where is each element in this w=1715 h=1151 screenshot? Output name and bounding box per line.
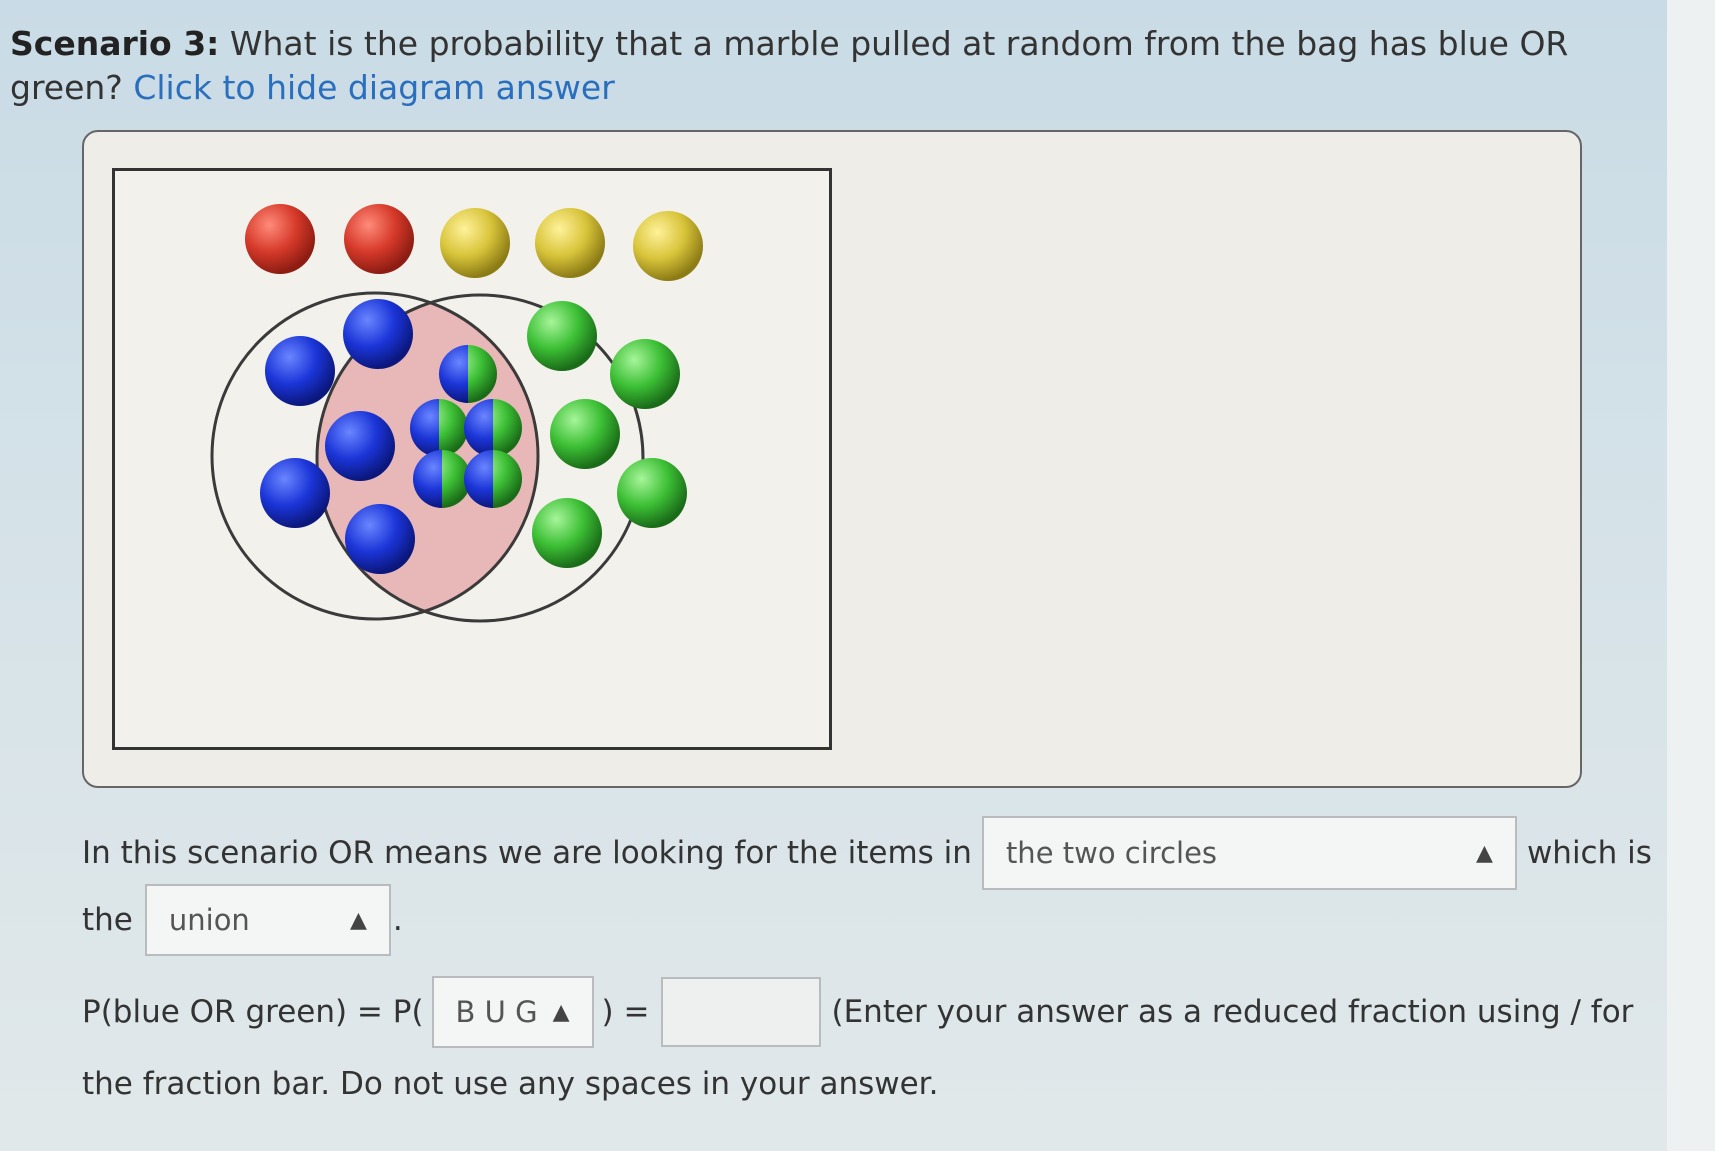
blue-green-marble [439, 345, 497, 403]
select-arrows-icon: ▲︎ [552, 999, 570, 1025]
blue-green-marble [413, 450, 471, 508]
page-right-margin [1667, 0, 1715, 1151]
instruction-line-1: (Enter your answer as a reduced fraction… [831, 994, 1634, 1030]
region-select-value: the two circles [1005, 836, 1218, 870]
formula-middle: ) = [601, 994, 650, 1030]
green-marble [610, 339, 680, 409]
hide-diagram-link[interactable]: Click to hide diagram answer [133, 68, 614, 107]
sentence-2: the union ▲︎ . [82, 884, 403, 956]
blue-marble [343, 299, 413, 369]
sentence-2-suffix: . [392, 902, 403, 938]
green-marble [550, 399, 620, 469]
answer-input[interactable] [661, 977, 822, 1047]
blue-marble [260, 458, 330, 528]
green-marble [527, 301, 597, 371]
set-expression-select[interactable]: B U G ▲︎ [431, 976, 594, 1048]
blue-green-marble [464, 399, 522, 457]
venn-diagram [112, 168, 832, 750]
green-marble [617, 458, 687, 528]
instruction-line-2: the fraction bar. Do not use any spaces … [82, 1066, 939, 1102]
venn-svg [210, 204, 703, 623]
blue-marble [265, 336, 335, 406]
select-arrows-icon: ▲︎ [1476, 840, 1493, 866]
instruction-line-2-row: the fraction bar. Do not use any spaces … [82, 1066, 938, 1102]
sentence-1: In this scenario OR means we are looking… [82, 816, 1652, 890]
select-arrows-icon: ▲︎ [349, 907, 367, 933]
sentence-1-prefix: In this scenario OR means we are looking… [82, 835, 972, 871]
blue-marble [325, 411, 395, 481]
formula-line: P(blue OR green) = P( B U G ▲︎ ) = (Ente… [82, 976, 1633, 1048]
green-marble [532, 498, 602, 568]
scenario-label: Scenario 3: [10, 24, 220, 63]
formula-prefix: P(blue OR green) = P( [82, 994, 424, 1030]
yellow-marble [440, 208, 510, 278]
operation-select[interactable]: union ▲︎ [144, 884, 391, 956]
diagram-panel [82, 130, 1582, 788]
sentence-2-prefix: the [82, 902, 133, 938]
blue-marble [345, 504, 415, 574]
question-text: Scenario 3: What is the probability that… [10, 22, 1610, 110]
sentence-1-suffix: which is [1526, 835, 1652, 871]
blue-green-marble [464, 450, 522, 508]
region-select[interactable]: the two circles ▲︎ [981, 816, 1517, 890]
yellow-marble [633, 211, 703, 281]
yellow-marble [535, 208, 605, 278]
red-marble [344, 204, 414, 274]
set-expression-value: B U G [455, 995, 538, 1029]
blue-green-marble [410, 399, 468, 457]
operation-select-value: union [168, 903, 250, 937]
red-marble [245, 204, 315, 274]
